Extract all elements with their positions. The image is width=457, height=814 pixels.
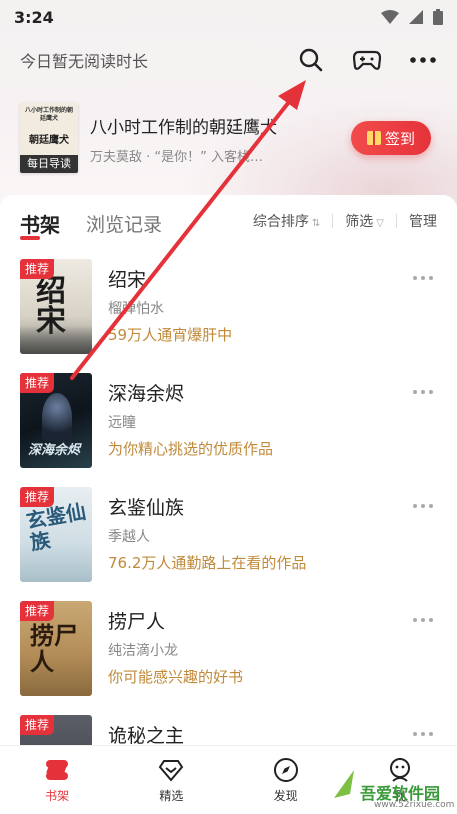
book-item[interactable]: 捞尸人 推荐 捞尸人 纯洁滴小龙 你可能感兴趣的好书 (20, 601, 437, 696)
recommend-badge: 推荐 (20, 259, 55, 279)
sign-in-button[interactable]: 签到 (351, 121, 431, 155)
nav-discover-label: 发现 (273, 788, 298, 803)
recommend-badge: 推荐 (20, 715, 55, 735)
book-more-icon[interactable] (413, 273, 437, 283)
filter-label: 筛选 (345, 214, 374, 230)
tab-history[interactable]: 浏览记录 (86, 210, 162, 237)
book-more-icon[interactable] (413, 501, 437, 511)
wifi-icon (381, 10, 399, 24)
nav-bookshelf-label: 书架 (45, 788, 70, 803)
book-cover[interactable]: 深海余烬 推荐 (20, 373, 92, 468)
signal-icon (409, 10, 423, 24)
book-cover[interactable]: 捞尸人 推荐 (20, 601, 92, 696)
daily-cover-tag: 每日导读 (20, 155, 78, 173)
daily-book-cover[interactable]: 八小时工作制的朝廷鹰犬 朝廷鹰犬 每日导读 (20, 103, 78, 173)
book-title: 玄鉴仙族 (108, 497, 185, 519)
filter-button[interactable]: 筛选 ▽ (345, 211, 384, 231)
nav-bookshelf[interactable]: 书架 (0, 746, 114, 814)
sign-in-label: 签到 (384, 129, 415, 148)
battery-icon (433, 9, 443, 25)
watermark: 吾爱软件园 www.52rixue.com (330, 760, 455, 812)
daily-book-subtitle: 万夫莫敌 · “是你！” 入客栈… (90, 150, 263, 165)
sort-button[interactable]: 综合排序 ⇅ (253, 211, 320, 231)
book-item[interactable]: 绍宋 推荐 绍宋 榴弹怕水 59万人通宵爆肝中 (20, 259, 437, 354)
manage-button[interactable]: 管理 (409, 211, 437, 231)
bookshelf-icon (46, 759, 69, 780)
book-description: 76.2万人通勤路上在看的作品 (108, 554, 307, 572)
book-more-icon[interactable] (413, 387, 437, 397)
divider (396, 214, 397, 228)
search-icon[interactable] (297, 46, 325, 74)
book-item[interactable]: 推荐 诡秘之主 (20, 715, 437, 745)
book-title: 绍宋 (108, 269, 147, 291)
book-title: 诡秘之主 (108, 725, 185, 745)
recommend-badge: 推荐 (20, 373, 55, 393)
book-more-icon[interactable] (413, 729, 437, 739)
book-description: 为你精心挑选的优质作品 (108, 440, 274, 458)
book-item[interactable]: 玄鉴仙族 推荐 玄鉴仙族 季越人 76.2万人通勤路上在看的作品 (20, 487, 437, 582)
nav-discover[interactable]: 发现 (229, 746, 343, 814)
book-author: 远瞳 (108, 415, 136, 431)
sort-label: 综合排序 (252, 214, 309, 230)
book-cover[interactable]: 绍宋 推荐 (20, 259, 92, 354)
book-title: 深海余烬 (108, 383, 185, 405)
daily-cover-small-title: 八小时工作制的朝廷鹰犬 (24, 107, 73, 122)
shelf-filters: 综合排序 ⇅ 筛选 ▽ 管理 (253, 211, 437, 231)
recommend-badge: 推荐 (20, 601, 55, 621)
book-item[interactable]: 深海余烬 推荐 深海余烬 远瞳 为你精心挑选的优质作品 (20, 373, 437, 468)
daily-cover-big-title: 朝廷鹰犬 (29, 135, 69, 146)
nav-featured-label: 精选 (159, 788, 184, 803)
tab-bookshelf[interactable]: 书架 (20, 209, 60, 240)
nav-featured[interactable]: 精选 (114, 746, 228, 814)
gift-icon (366, 131, 381, 145)
book-cover[interactable]: 推荐 (20, 715, 92, 745)
filter-icon: ▽ (376, 218, 384, 229)
status-time: 3:24 (14, 7, 54, 27)
diamond-icon (159, 759, 184, 782)
watermark-url: www.52rixue.com (374, 800, 455, 810)
book-description: 59万人通宵爆肝中 (108, 326, 233, 344)
book-author: 纯洁滴小龙 (108, 643, 178, 659)
book-description: 你可能感兴趣的好书 (108, 668, 244, 686)
recommend-badge: 推荐 (20, 487, 55, 507)
sort-icon: ⇅ (311, 218, 321, 229)
book-more-icon[interactable] (413, 615, 437, 625)
book-author: 榴弹怕水 (108, 301, 164, 317)
book-author: 季越人 (108, 529, 150, 545)
book-title: 捞尸人 (108, 611, 166, 633)
bookshelf-tabs: 书架 浏览记录 (20, 206, 162, 240)
daily-book-title[interactable]: 八小时工作制的朝廷鹰犬 (90, 113, 330, 138)
gamepad-icon[interactable] (353, 46, 381, 74)
top-header: 今日暂无阅读时长 (0, 40, 457, 80)
more-icon[interactable] (409, 46, 437, 74)
book-cover[interactable]: 玄鉴仙族 推荐 (20, 487, 92, 582)
divider (332, 214, 334, 228)
compass-icon (273, 757, 298, 782)
watermark-logo-icon (334, 770, 354, 798)
status-bar: 3:24 (0, 0, 457, 34)
reading-time-text: 今日暂无阅读时长 (20, 52, 149, 71)
